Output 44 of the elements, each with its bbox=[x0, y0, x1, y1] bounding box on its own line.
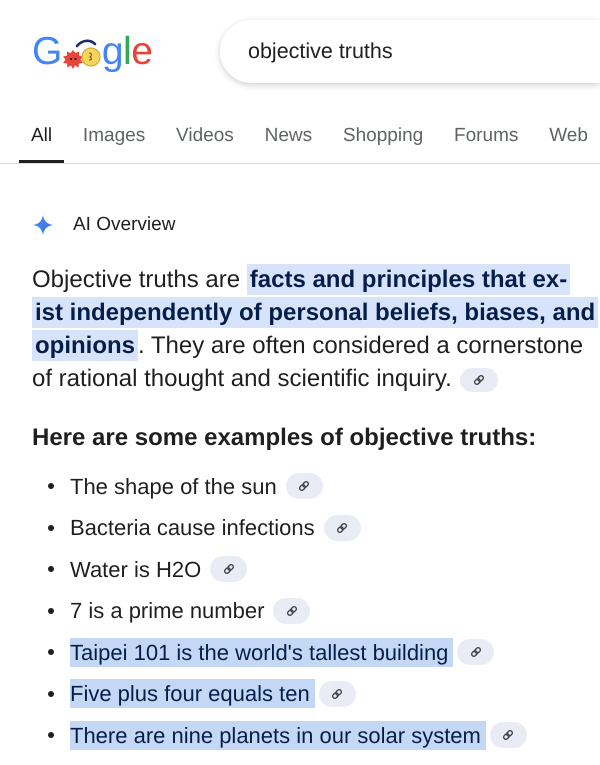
bullet-icon bbox=[48, 690, 54, 696]
source-link-button[interactable] bbox=[457, 639, 494, 665]
list-item-text: There are nine planets in our solar system bbox=[70, 720, 486, 750]
link-icon bbox=[336, 522, 348, 534]
search-tab[interactable]: Shopping bbox=[330, 112, 436, 163]
source-link-button[interactable] bbox=[210, 556, 248, 582]
logo-text: gle bbox=[102, 32, 152, 72]
list-item-text: Five plus four equals ten bbox=[70, 679, 315, 708]
list-item-text: Water is H2O bbox=[70, 556, 202, 584]
bullet-icon bbox=[48, 608, 54, 614]
bullet-icon bbox=[48, 524, 54, 530]
bullet-icon bbox=[48, 732, 54, 738]
list-item-text: The shape of the sun bbox=[70, 472, 278, 500]
link-icon bbox=[472, 374, 485, 386]
source-link-button[interactable] bbox=[490, 722, 527, 748]
list-item-text: Bacteria cause infections bbox=[70, 514, 316, 542]
link-icon bbox=[298, 480, 310, 492]
section-title: AI Overview bbox=[73, 214, 176, 236]
bullet-icon bbox=[48, 483, 54, 489]
section-heading: Here are some examples of objective truths: bbox=[32, 423, 538, 453]
source-link-button[interactable] bbox=[318, 680, 356, 706]
link-icon bbox=[331, 688, 344, 700]
source-link-button[interactable] bbox=[460, 368, 498, 392]
search-tab[interactable]: Forums bbox=[442, 112, 530, 163]
link-icon bbox=[286, 604, 298, 616]
source-link-button[interactable] bbox=[286, 473, 323, 499]
doodle-figures-icon bbox=[62, 36, 102, 70]
link-icon bbox=[222, 563, 235, 575]
link-icon bbox=[502, 729, 514, 741]
list-item-text: 7 is a prime number bbox=[70, 597, 266, 625]
sparkle-icon bbox=[33, 215, 53, 235]
source-link-button[interactable] bbox=[273, 598, 310, 624]
source-link-button[interactable] bbox=[324, 514, 361, 540]
logo-text: G bbox=[32, 32, 62, 72]
search-tab[interactable]: Videos bbox=[164, 112, 246, 163]
search-tab[interactable]: All bbox=[19, 112, 64, 163]
link-icon bbox=[470, 646, 482, 658]
search-tab[interactable]: News bbox=[252, 112, 324, 163]
bullet-icon bbox=[48, 566, 54, 572]
bullet-icon bbox=[48, 649, 54, 655]
search-tab[interactable]: Images bbox=[70, 112, 158, 163]
list-item-text: Taipei 101 is the world's tallest building bbox=[70, 638, 454, 666]
search-tab[interactable]: Web bbox=[537, 112, 600, 163]
search-field[interactable]: objective truths bbox=[220, 20, 600, 83]
